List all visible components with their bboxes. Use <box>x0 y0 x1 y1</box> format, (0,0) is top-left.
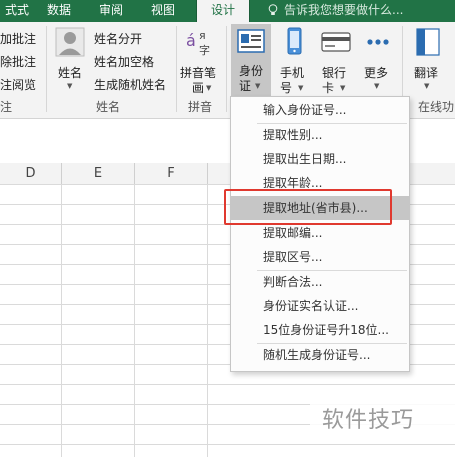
column-header-e[interactable]: E <box>62 163 135 184</box>
menu-item-extract-postcode[interactable]: 提取邮编... <box>231 222 409 244</box>
grid-column-line <box>134 184 135 457</box>
menu-item-label: 提取邮编... <box>263 226 323 240</box>
translate-button[interactable]: 翻译 ▼ <box>408 26 448 96</box>
group-separator <box>46 26 47 112</box>
svg-text:字: 字 <box>199 43 210 57</box>
menu-item-validate[interactable]: 判断合法... <box>231 271 409 293</box>
menu-item-input-id[interactable]: 输入身份证号... <box>231 99 409 121</box>
group-label-comments: 注 <box>0 100 13 114</box>
group-label-pinyin: 拼音 <box>188 100 213 114</box>
id-card-button[interactable]: 身份 证 ▼ <box>231 24 271 96</box>
name-button-label: 姓名 <box>58 66 83 80</box>
id-card-dropdown-menu: 输入身份证号... 提取性别... 提取出生日期... 提取年龄... 提取地址… <box>230 96 410 372</box>
menu-item-extract-gender[interactable]: 提取性别... <box>231 124 409 146</box>
column-header-f[interactable]: F <box>135 163 208 184</box>
chevron-down-icon: ▼ <box>424 82 430 90</box>
tab-data[interactable]: 数据 <box>44 0 74 22</box>
menu-item-label: 提取出生日期... <box>263 152 347 166</box>
grid-column-line <box>61 184 62 457</box>
menu-item-label: 身份证实名认证... <box>263 299 359 313</box>
watermark-text: 软件技巧 <box>322 408 415 433</box>
highlight-callout-box <box>224 189 392 225</box>
split-name-button[interactable]: 姓名分开 <box>94 30 142 47</box>
menu-item-label: 15位身份证号升18位... <box>263 323 389 337</box>
random-name-button[interactable]: 生成随机姓名 <box>94 76 166 93</box>
tab-review[interactable]: 审阅 <box>96 0 126 22</box>
chevron-down-icon: ▼ <box>67 82 73 90</box>
menu-item-label: 随机生成身份证号... <box>263 348 371 362</box>
menu-item-extract-birthdate[interactable]: 提取出生日期... <box>231 148 409 170</box>
bank-card-icon <box>321 32 351 52</box>
group-separator <box>176 26 177 112</box>
lightbulb-icon <box>268 4 278 15</box>
group-label-online: 在线功 <box>418 100 455 114</box>
chevron-down-icon: ▼ <box>206 84 212 92</box>
more-button[interactable]: 更多 ▼ <box>360 26 396 96</box>
id-card-label-2: 证 <box>239 79 252 93</box>
person-icon <box>55 27 85 57</box>
svg-text:я: я <box>199 29 206 42</box>
id-card-icon <box>237 29 265 53</box>
pinyin-icon: á я 字 <box>186 29 210 57</box>
chevron-down-icon: ▼ <box>298 84 304 92</box>
pinyin-stroke-button[interactable]: á я 字 拼音笔 画 ▼ <box>180 26 220 96</box>
menu-item-label: 输入身份证号... <box>263 103 347 117</box>
menu-bar: 式式 数据 审阅 视图 设计 告诉我您想要做什么... <box>0 0 455 22</box>
menu-item-upgrade-15-to-18[interactable]: 15位身份证号升18位... <box>231 319 409 341</box>
pinyin-button-label-2: 画 <box>192 81 205 95</box>
bank-card-button[interactable]: 银行 卡 ▼ <box>318 26 356 96</box>
tab-design[interactable]: 设计 <box>196 0 250 22</box>
group-separator <box>226 26 227 112</box>
name-add-space-button[interactable]: 姓名加空格 <box>94 53 154 70</box>
phone-number-button[interactable]: 手机 号 ▼ <box>276 26 312 96</box>
more-label: 更多 <box>364 66 389 80</box>
menu-item-random-id[interactable]: 随机生成身份证号... <box>231 344 409 366</box>
translate-label: 翻译 <box>414 66 439 80</box>
mobile-phone-icon <box>287 27 302 55</box>
remove-comment-button[interactable]: 除批注 <box>0 53 36 70</box>
name-button[interactable]: 姓名 ▼ <box>52 26 88 92</box>
bank-card-label-2: 卡 <box>322 81 335 95</box>
column-header-d[interactable]: D <box>0 163 62 184</box>
grid-column-line <box>207 184 208 457</box>
translate-icon <box>416 28 440 56</box>
comment-view-button[interactable]: 注阅览 <box>0 76 36 93</box>
chevron-down-icon: ▼ <box>374 82 380 90</box>
svg-text:á: á <box>186 31 196 50</box>
chevron-down-icon: ▼ <box>255 82 261 90</box>
phone-label-2: 号 <box>280 81 293 95</box>
menu-item-label: 提取区号... <box>263 250 323 264</box>
menu-item-label: 判断合法... <box>263 275 323 289</box>
tell-me-search[interactable]: 告诉我您想要做什么... <box>284 0 403 22</box>
chevron-down-icon: ▼ <box>340 84 346 92</box>
group-label-name: 姓名 <box>96 100 121 114</box>
menu-item-label: 提取性别... <box>263 128 323 142</box>
more-dots-icon <box>367 39 389 45</box>
add-comment-button[interactable]: 加批注 <box>0 30 36 47</box>
tab-formulas[interactable]: 式式 <box>0 0 34 22</box>
menu-item-real-name-auth[interactable]: 身份证实名认证... <box>231 295 409 317</box>
menu-item-extract-areacode[interactable]: 提取区号... <box>231 246 409 268</box>
tab-view[interactable]: 视图 <box>148 0 178 22</box>
